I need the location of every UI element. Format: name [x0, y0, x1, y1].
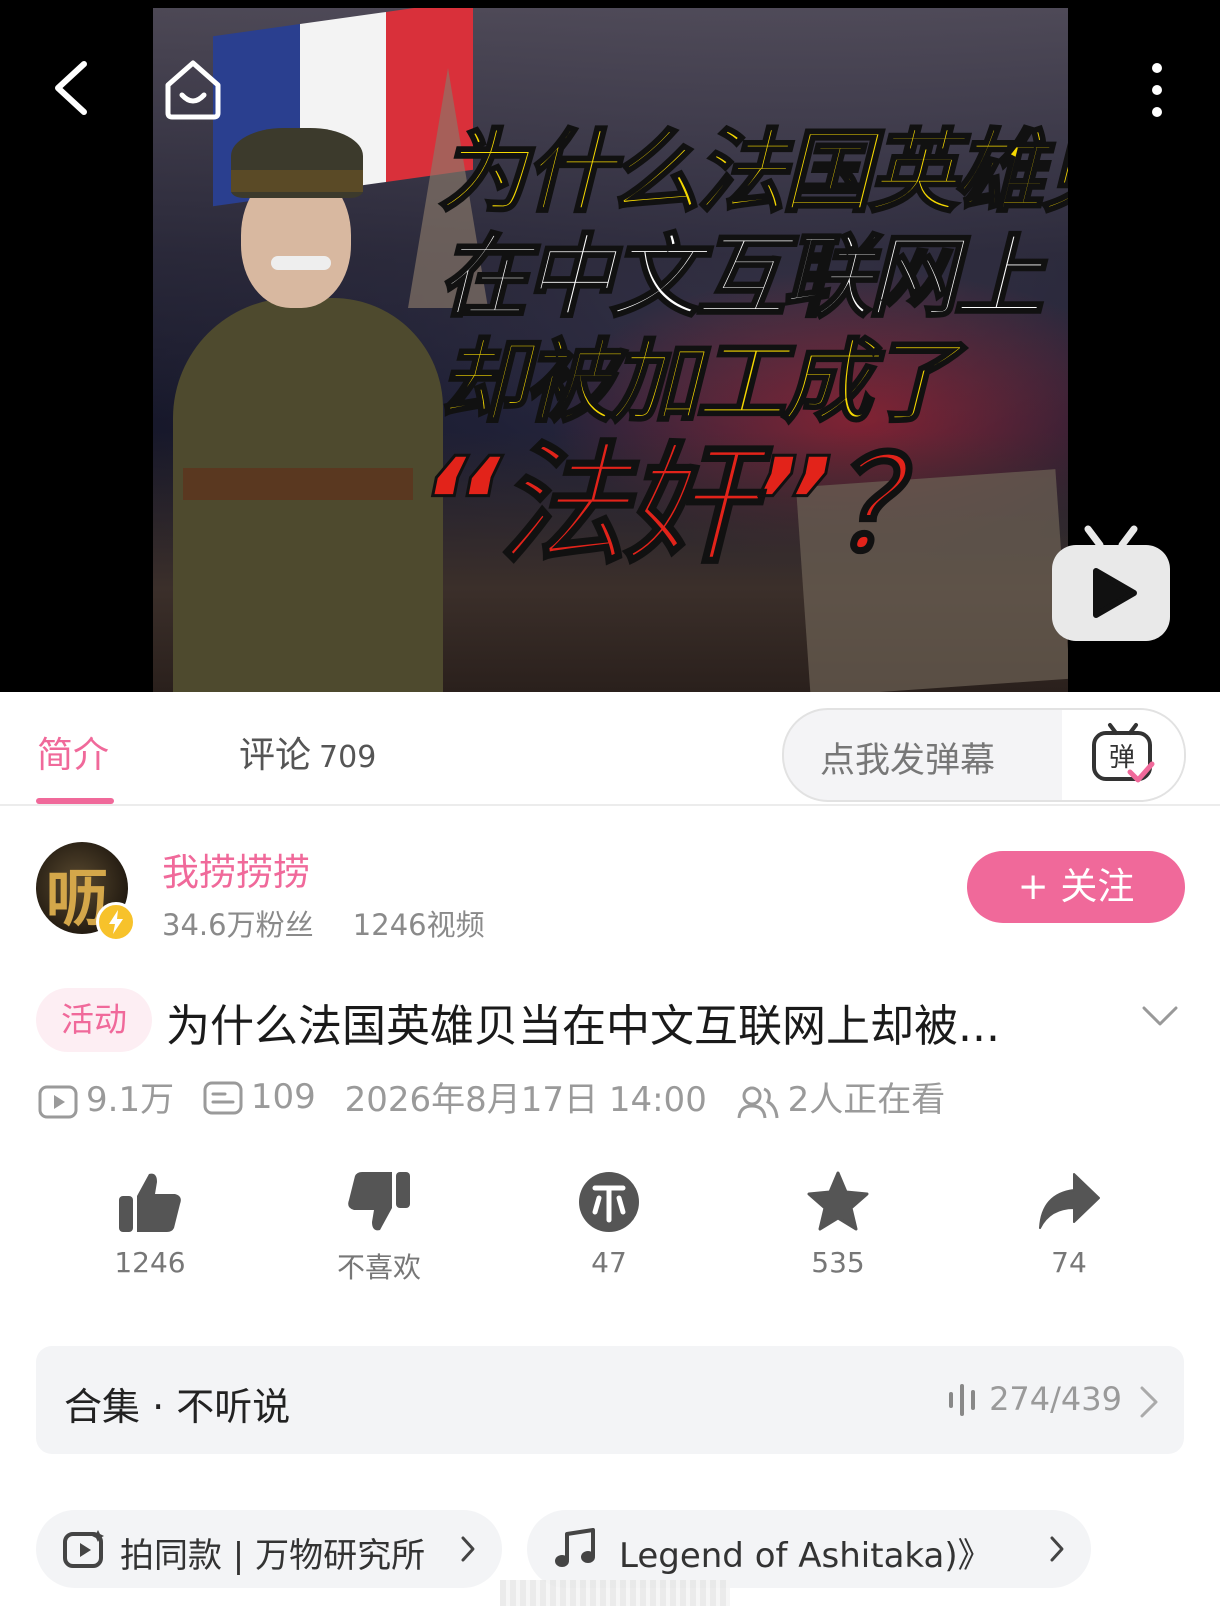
coin-button[interactable]: 47	[529, 1170, 689, 1279]
coin-count: 47	[591, 1246, 627, 1279]
video-title[interactable]: 为什么法国英雄贝当在中文互联网上却被...	[166, 990, 1000, 1054]
tab-comments[interactable]: 评论 709	[239, 726, 376, 778]
dislike-label: 不喜欢	[336, 1251, 421, 1284]
watching-stat: 2人正在看	[736, 1072, 946, 1121]
tab-intro[interactable]: 简介	[37, 726, 109, 778]
publish-datetime: 2026年8月17日 14:00	[344, 1080, 707, 1120]
same-style-label: 拍同款 | 万物研究所	[120, 1536, 426, 1576]
fans-count: 34.6万粉丝	[162, 908, 314, 942]
thumbnail-title-line: 却被加工成了	[437, 329, 960, 437]
thumbnail-title: 为什么法国英雄贝当 在中文互联网上 却被加工成了 “法奸”？	[417, 119, 1069, 577]
collection-title: 合集 · 不听说	[64, 1385, 291, 1429]
playing-bars-icon	[949, 1384, 975, 1416]
tab-bar: 简介 评论 709 点我发弹幕 弹	[0, 692, 1220, 806]
watching-count: 2人正在看	[787, 1080, 946, 1120]
thumbs-up-icon	[119, 1173, 181, 1232]
danmaku-count-icon	[203, 1081, 243, 1115]
activity-tag[interactable]: 活动	[36, 988, 152, 1052]
music-title: Legend of Ashitaka)》	[619, 1536, 992, 1576]
collection-card[interactable]: 合集 · 不听说 274/439	[36, 1346, 1184, 1454]
play-count-icon	[38, 1085, 78, 1118]
video-meta: 9.1万 109 2026年8月17日 14:00 2人正在看	[38, 1072, 963, 1120]
danmaku-toggle-button[interactable]: 弹	[1062, 710, 1184, 800]
comments-count: 709	[319, 740, 377, 775]
watermark	[500, 1580, 730, 1606]
like-button[interactable]: 1246	[70, 1170, 230, 1279]
chevron-right-icon	[1140, 1386, 1158, 1418]
danmaku-input[interactable]: 点我发弹幕 弹	[782, 708, 1186, 802]
favorite-count: 535	[811, 1246, 865, 1279]
views-count: 9.1万	[86, 1080, 175, 1120]
video-thumbnail: 为什么法国英雄贝当 在中文互联网上 却被加工成了 “法奸”？	[153, 8, 1068, 692]
chevron-right-icon	[1050, 1536, 1064, 1562]
action-bar: 1246 不喜欢 47 535 74	[0, 1170, 1220, 1300]
tv-play-icon[interactable]	[1050, 525, 1172, 643]
thumbnail-title-line: 为什么法国英雄贝当	[437, 119, 1069, 227]
danmaku-count: 109	[250, 1076, 316, 1117]
avatar[interactable]: 呖	[36, 842, 136, 942]
video-count: 1246视频	[352, 908, 485, 942]
viewers-icon	[737, 1086, 779, 1118]
video-player[interactable]: 为什么法国英雄贝当 在中文互联网上 却被加工成了 “法奸”？	[0, 0, 1220, 692]
like-count: 1246	[114, 1246, 186, 1279]
share-count: 74	[1051, 1246, 1087, 1279]
thumbnail-title-line: “法奸”？	[417, 429, 961, 581]
follow-button[interactable]: + 关注	[967, 851, 1185, 923]
uploader-stats: 34.6万粉丝 1246视频	[162, 902, 515, 944]
favorite-button[interactable]: 535	[758, 1170, 918, 1279]
thumbnail-title-line: 在中文互联网上	[437, 224, 1046, 332]
back-arrow-icon[interactable]	[48, 58, 92, 118]
danmaku-placeholder: 点我发弹幕	[820, 741, 996, 781]
verified-badge-icon	[96, 902, 136, 942]
views-stat: 9.1万	[38, 1072, 174, 1121]
chevron-right-icon	[461, 1536, 475, 1562]
danmaku-icon: 弹	[1092, 723, 1155, 783]
tab-comments-label: 评论	[239, 735, 312, 776]
more-vertical-icon[interactable]	[1145, 60, 1169, 120]
active-tab-indicator	[36, 798, 114, 804]
coin-icon	[579, 1172, 639, 1232]
music-chip[interactable]: Legend of Ashitaka)》	[527, 1510, 1091, 1588]
home-icon[interactable]	[160, 55, 226, 121]
share-arrow-icon	[1039, 1173, 1100, 1229]
chevron-down-icon[interactable]	[1140, 1004, 1180, 1028]
danmaku-stat: 109	[203, 1077, 316, 1117]
thumbs-down-icon	[348, 1172, 410, 1231]
uploader-name[interactable]: 我捞捞捞	[162, 842, 310, 896]
soldier-portrait-image	[153, 128, 443, 692]
same-style-chip[interactable]: 拍同款 | 万物研究所	[36, 1510, 502, 1588]
camera-template-icon	[63, 1530, 104, 1568]
star-icon	[807, 1171, 869, 1231]
danmaku-icon-char: 弹	[1109, 743, 1135, 773]
collection-progress: 274/439	[989, 1380, 1122, 1418]
share-button[interactable]: 74	[989, 1170, 1149, 1279]
dislike-button[interactable]: 不喜欢	[299, 1170, 459, 1286]
music-note-icon	[555, 1528, 595, 1567]
